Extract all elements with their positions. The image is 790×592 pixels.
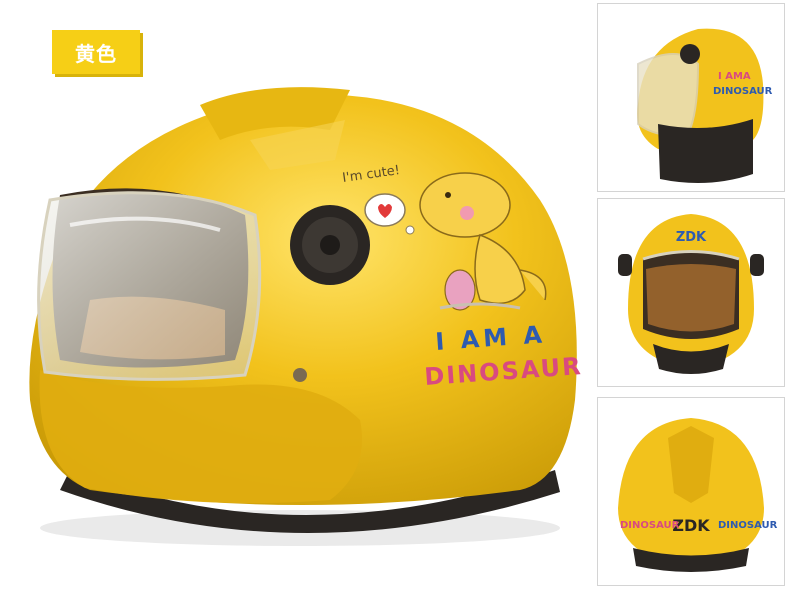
thumbnail-rear-view[interactable]: ZDK DINOSAUR DINOSAUR xyxy=(597,397,785,586)
svg-text:DINOSAUR: DINOSAUR xyxy=(620,520,680,531)
brand-front: ZDK xyxy=(676,230,707,245)
helmet-thumb-3: ZDK DINOSAUR DINOSAUR xyxy=(598,398,784,585)
helmet-side-view: I'm cute! I AM A DINOSAUR xyxy=(29,87,583,546)
svg-text:DINOSAUR: DINOSAUR xyxy=(713,86,773,97)
helmet-thumb-2: ZDK xyxy=(598,199,784,386)
svg-text:DINOSAUR: DINOSAUR xyxy=(718,520,778,531)
svg-text:I AMA: I AMA xyxy=(718,71,751,82)
helmet-thumb-1: I AMA DINOSAUR xyxy=(598,4,784,191)
thumbnail-front-view[interactable]: ZDK xyxy=(597,198,785,387)
thumbnail-three-quarter-view[interactable]: I AMA DINOSAUR xyxy=(597,3,785,192)
neck-skirt xyxy=(658,119,753,183)
main-product-photo: 黄色 I'm cute! I AM A DINOSAUR xyxy=(0,0,590,592)
